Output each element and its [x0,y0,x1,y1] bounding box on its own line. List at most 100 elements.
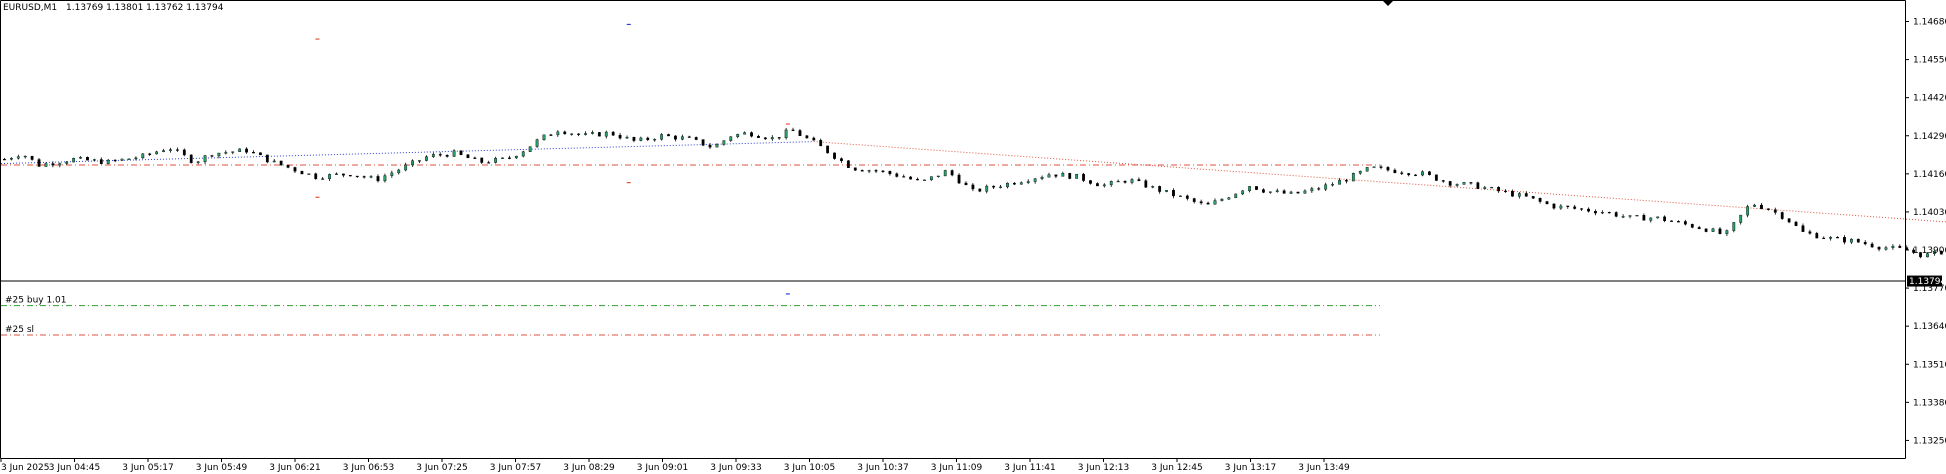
candle-body [1822,237,1826,240]
candle-body [1372,166,1376,168]
candle-body [1683,221,1687,225]
candle-body [252,152,255,154]
candle-body [985,185,989,192]
candle-body [1725,230,1729,234]
candle [72,157,76,163]
price-chart[interactable]: 1.14680 1.14550 1.14420 1.14290 1.14160 1.140… [0,0,1946,474]
candle [265,154,269,164]
candle-body [1393,169,1397,174]
candle [1068,172,1072,180]
buy-order-label[interactable]: #25 buy 1.01 [5,296,67,306]
candle-body [1165,190,1168,192]
candle-body [777,137,781,139]
candle [141,153,145,159]
candle-body [9,157,13,160]
candle-body [1192,198,1196,202]
candle-body [1656,216,1660,219]
price-tick-label: 1.14680 [1913,18,1946,28]
candle-body [798,130,802,136]
time-tick-label: 3 Jun 07:25 [416,463,467,473]
candle-body [1275,190,1279,192]
candle-body [895,173,899,177]
candle-body [902,176,906,178]
candle-body [1199,201,1203,204]
candle-body [321,178,325,180]
candle-body [265,154,269,163]
candle-body [909,176,913,180]
candle-body [1428,171,1431,175]
candle [1704,228,1708,233]
candle [466,154,470,159]
candle [86,156,89,161]
candle-body [452,150,456,157]
candle-body [1206,202,1210,205]
candle [127,158,131,160]
candle [1732,222,1736,233]
candle-body [694,137,698,140]
candle-body [625,136,629,139]
candle-body [1607,212,1611,214]
candle-body [473,157,477,159]
time-tick-label: 3 Jun 05:49 [196,463,248,473]
candle-body [1531,196,1535,199]
time-tick-label: 3 Jun 07:57 [490,463,541,473]
candle-body [1345,180,1348,182]
candle-body [1476,182,1480,189]
symbol-timeframe: EURUSD,M1 [3,3,57,13]
price-tick-label: 1.13380 [1913,398,1946,408]
candle [1351,172,1355,182]
candle-body [1614,212,1618,217]
candle-body [300,170,304,175]
candle-body [687,136,691,138]
candle-body [328,174,331,179]
candle-body [929,176,933,181]
time-tick-label: 3 Jun 09:33 [710,463,761,473]
price-tick-label: 1.14030 [1913,208,1946,218]
candle-body [1358,170,1362,174]
candle-body [106,159,110,164]
candle-body [1787,218,1791,223]
candle-body [833,152,836,159]
time-tick-label: 3 Jun 12:45 [1151,463,1202,473]
time-tick-label: 3 Jun 06:21 [269,463,320,473]
candle-body [16,156,20,159]
candle [314,172,318,180]
candle [300,170,304,175]
candle-body [425,156,428,161]
stop-loss-label[interactable]: #25 sl [5,325,34,335]
time-tick-label: 3 Jun 06:53 [343,463,394,473]
candle-body [203,155,207,163]
chart-window[interactable]: 1.14680 1.14550 1.14420 1.14290 1.14160 1.140… [0,0,1946,474]
candle-body [30,155,34,160]
candle-body [964,182,968,186]
candle-body [1047,174,1051,178]
candle-body [1158,186,1162,192]
candle-body [1552,203,1556,209]
candle-body [549,134,553,136]
candle [501,157,504,160]
candle-body [1144,180,1148,188]
candle-body [1033,178,1037,182]
candle-body [1836,237,1839,239]
candle-body [1739,214,1743,223]
candle-body [563,131,567,135]
candle-body [1241,190,1245,195]
candle-body [591,132,594,134]
candle-body [1746,206,1750,216]
candle-body [141,153,145,159]
time-tick-label: 3 Jun 08:29 [563,463,615,473]
candle-body [812,137,816,141]
candle-body [79,157,82,159]
candle [1428,170,1431,176]
price-tick-label: 1.13250 [1913,436,1946,446]
candle-body [1386,167,1390,171]
candle-body [65,161,69,164]
candle-body [1511,190,1514,197]
candle-body [1462,182,1466,185]
candle-body [1365,167,1369,172]
candle-body [992,185,996,188]
candle-body [348,174,352,177]
candle-body [736,134,740,137]
candle-body [162,150,165,153]
candle-body [1116,180,1120,183]
